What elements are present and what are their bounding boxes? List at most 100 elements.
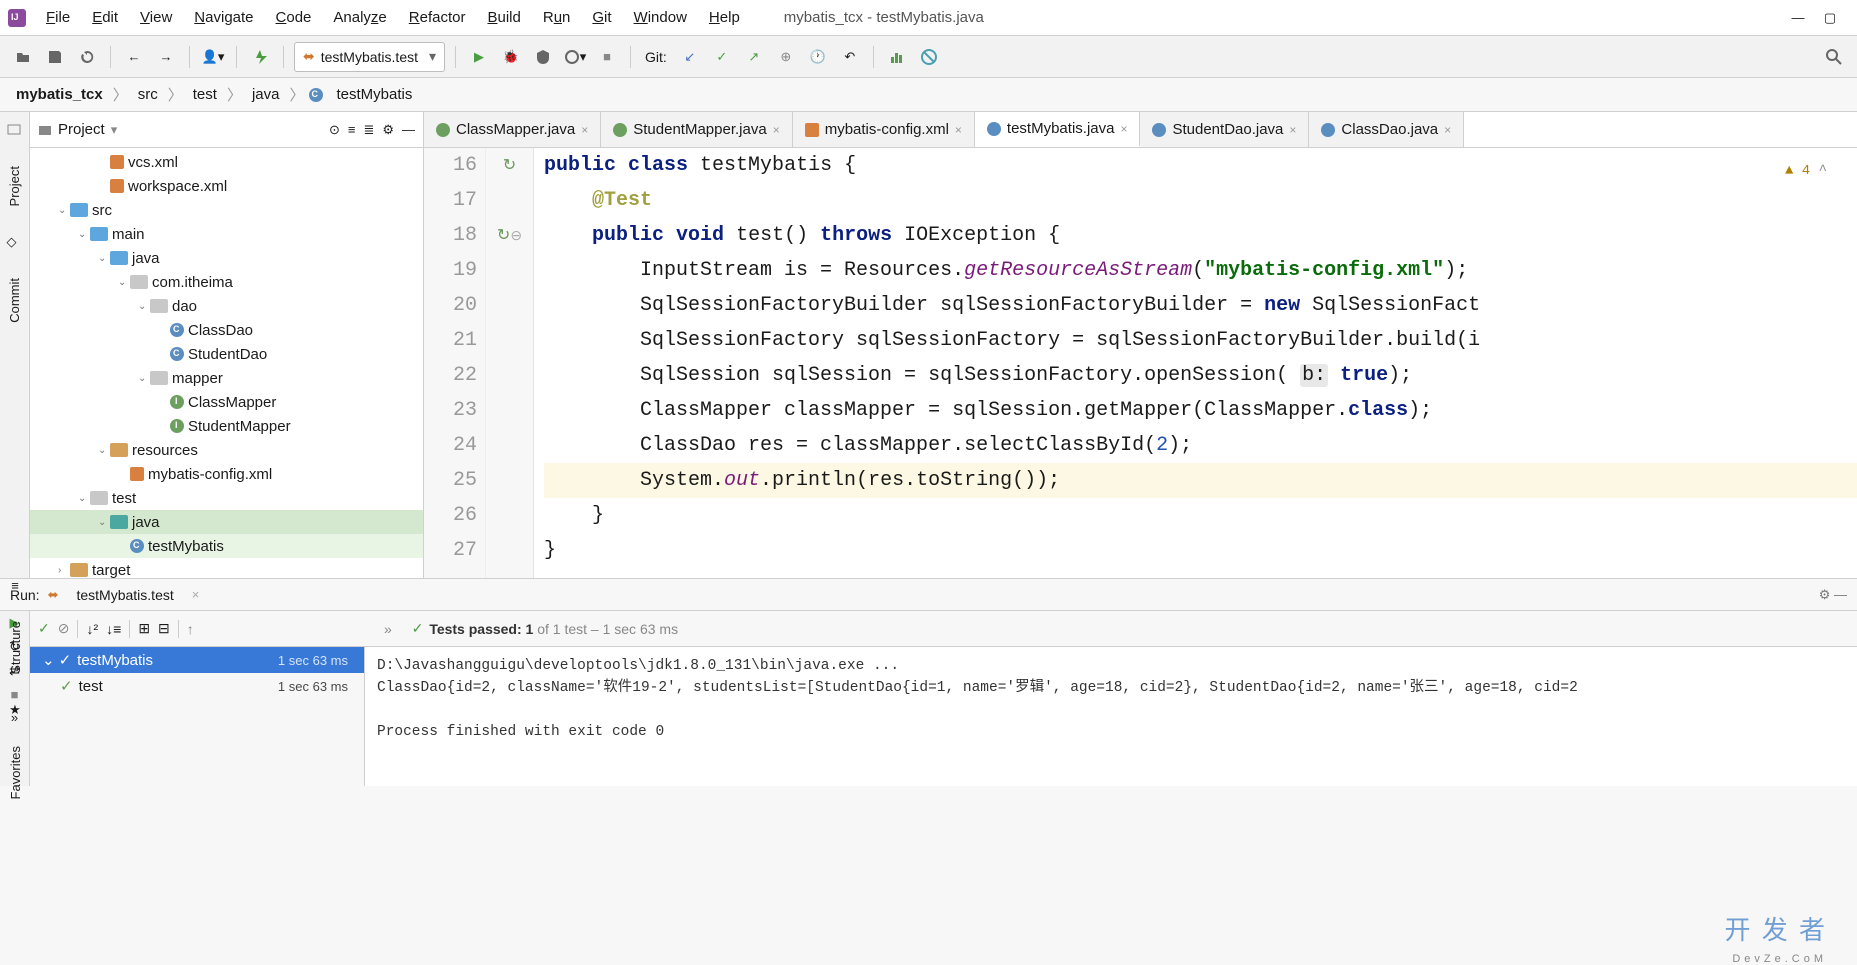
tree-row[interactable]: ⌄src [30, 198, 423, 222]
tree-row[interactable]: mybatis-config.xml [30, 462, 423, 486]
run-config-dropdown[interactable]: ⬌ testMybatis.test [294, 42, 445, 72]
editor-tab[interactable]: mybatis-config.xml× [793, 112, 975, 147]
project-tab[interactable]: Project [5, 158, 24, 214]
editor-tab[interactable]: ClassMapper.java× [424, 112, 601, 147]
build-button[interactable] [247, 44, 273, 70]
close-icon[interactable]: × [192, 587, 200, 602]
commit-tab[interactable]: Commit [5, 270, 24, 331]
sort2-button[interactable]: ↓≡ [106, 621, 121, 637]
git-clock-button[interactable]: 🕐 [805, 44, 831, 70]
debug-button[interactable]: 🐞 [498, 44, 524, 70]
stop-button[interactable]: ■ [594, 44, 620, 70]
menu-run[interactable]: Run [535, 5, 579, 30]
tree-row[interactable]: ⌄dao [30, 294, 423, 318]
back-button[interactable]: ← [121, 44, 147, 70]
gutter-icons[interactable]: ↻↻⊖ [486, 148, 534, 578]
collapse-button[interactable]: ≣ [363, 122, 374, 138]
more-icon[interactable]: » [384, 621, 392, 637]
line-gutter[interactable]: 161718192021222324252627 [424, 148, 486, 578]
editor-tab[interactable]: ClassDao.java× [1309, 112, 1464, 147]
tree-row[interactable]: ›target [30, 558, 423, 578]
breadcrumb-item[interactable]: src [132, 84, 164, 105]
breadcrumb-item[interactable]: java [246, 84, 286, 105]
console-output[interactable]: D:\Javashangguigu\developtools\jdk1.8.0_… [364, 647, 1857, 786]
save-button[interactable] [42, 44, 68, 70]
tree-row[interactable]: ⌄java [30, 246, 423, 270]
gear-icon[interactable]: ⚙ — [1819, 587, 1847, 603]
hide-button[interactable]: — [402, 122, 415, 138]
run-button[interactable]: ▶ [466, 44, 492, 70]
code-area[interactable]: public class testMybatis { @Test public … [534, 148, 1857, 578]
structure-tab[interactable]: Structure [6, 613, 25, 682]
menu-window[interactable]: Window [626, 5, 695, 30]
menu-code[interactable]: Code [268, 5, 320, 30]
close-icon[interactable]: × [581, 123, 588, 137]
menu-view[interactable]: View [132, 5, 180, 30]
menu-refactor[interactable]: Refactor [401, 5, 474, 30]
structure-tab-icon[interactable]: ≡ [11, 578, 19, 593]
tree-row[interactable]: ⌄mapper [30, 366, 423, 390]
settings-button[interactable]: ⚙ [382, 122, 394, 138]
git-commit-button[interactable]: ✓ [709, 44, 735, 70]
sort-button[interactable]: ↓² [86, 621, 98, 637]
pass-filter-button[interactable]: ✓ [38, 620, 50, 637]
tree-row[interactable]: testMybatis [30, 534, 423, 558]
tree-row[interactable]: ClassMapper [30, 390, 423, 414]
forward-button[interactable]: → [153, 44, 179, 70]
tree-row[interactable]: workspace.xml [30, 174, 423, 198]
tree-row[interactable]: StudentDao [30, 342, 423, 366]
menu-help[interactable]: Help [701, 5, 748, 30]
project-tab-icon[interactable] [7, 122, 23, 138]
chart-button[interactable] [884, 44, 910, 70]
search-button[interactable] [1821, 44, 1847, 70]
tree-row[interactable]: ⌄main [30, 222, 423, 246]
expand-all-button[interactable]: ⊞ [138, 620, 150, 637]
menu-edit[interactable]: Edit [84, 5, 126, 30]
git-history-button[interactable]: ⊕ [773, 44, 799, 70]
git-revert-button[interactable]: ↶ [837, 44, 863, 70]
close-icon[interactable]: × [955, 123, 962, 137]
tree-row[interactable]: ⌄resources [30, 438, 423, 462]
warning-badge[interactable]: 4 ^ [1785, 154, 1827, 189]
test-row[interactable]: ✓test1 sec 63 ms [30, 673, 364, 699]
collapse-all-button[interactable]: ⊟ [158, 620, 170, 637]
breadcrumb-item[interactable]: testMybatis [331, 84, 419, 105]
project-tree[interactable]: vcs.xmlworkspace.xml⌄src⌄main⌄java⌄com.i… [30, 148, 423, 578]
maximize-button[interactable]: ▢ [1821, 9, 1839, 27]
test-tree[interactable]: ⌄✓testMybatis1 sec 63 ms✓test1 sec 63 ms [30, 647, 364, 786]
close-icon[interactable]: × [1120, 122, 1127, 136]
up-button[interactable]: ↑ [187, 621, 194, 637]
sync-button[interactable] [74, 44, 100, 70]
breadcrumb-item[interactable]: mybatis_tcx [10, 84, 109, 105]
fail-filter-button[interactable]: ⊘ [58, 620, 70, 637]
close-icon[interactable]: × [773, 123, 780, 137]
avatar-button[interactable]: 👤▾ [200, 44, 226, 70]
editor-tab[interactable]: StudentMapper.java× [601, 112, 792, 147]
menu-build[interactable]: Build [479, 5, 528, 30]
locate-button[interactable]: ⊙ [329, 122, 340, 138]
tree-row[interactable]: StudentMapper [30, 414, 423, 438]
open-button[interactable] [10, 44, 36, 70]
editor-tab[interactable]: StudentDao.java× [1140, 112, 1309, 147]
commit-tab-icon[interactable]: ◇ [7, 234, 23, 250]
menu-navigate[interactable]: Navigate [186, 5, 261, 30]
tree-row[interactable]: ⌄java [30, 510, 423, 534]
editor-body[interactable]: 4 ^ 161718192021222324252627 ↻↻⊖ public … [424, 148, 1857, 578]
run-tab[interactable]: testMybatis.test [66, 583, 183, 607]
git-push-button[interactable]: ↗ [741, 44, 767, 70]
git-update-button[interactable]: ↙ [677, 44, 703, 70]
no-entry-button[interactable] [916, 44, 942, 70]
expand-button[interactable]: ≡ [348, 122, 356, 138]
breadcrumb-item[interactable]: test [187, 84, 223, 105]
editor-tab[interactable]: testMybatis.java× [975, 112, 1141, 147]
favorites-tab-icon[interactable]: ★ [9, 702, 21, 718]
profile-button[interactable]: ▾ [562, 44, 588, 70]
menu-analyze[interactable]: Analyze [325, 5, 394, 30]
tree-row[interactable]: ClassDao [30, 318, 423, 342]
favorites-tab[interactable]: Favorites [6, 738, 25, 807]
minimize-button[interactable]: — [1789, 9, 1807, 27]
close-icon[interactable]: × [1289, 123, 1296, 137]
coverage-button[interactable] [530, 44, 556, 70]
tree-row[interactable]: vcs.xml [30, 150, 423, 174]
tree-row[interactable]: ⌄test [30, 486, 423, 510]
